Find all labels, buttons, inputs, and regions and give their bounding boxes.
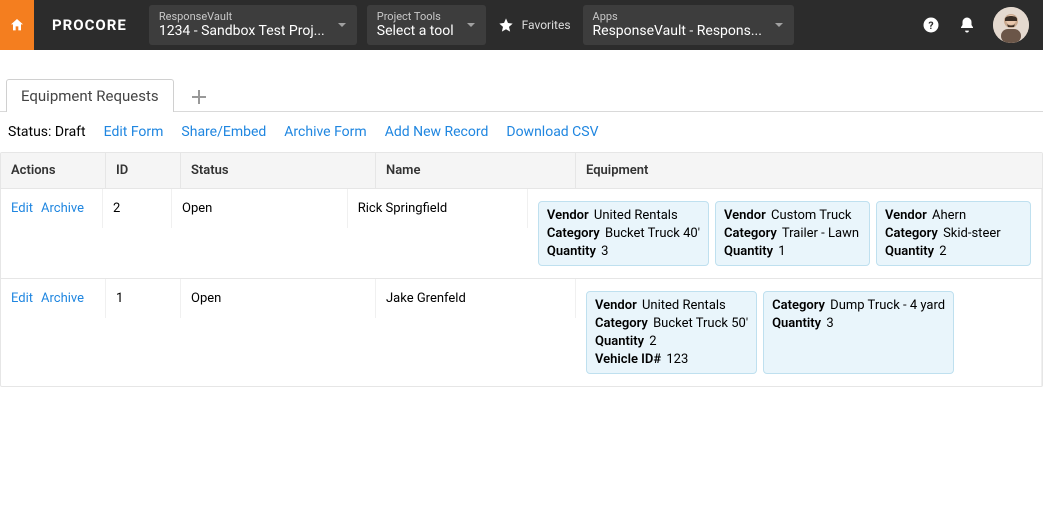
share-embed-link[interactable]: Share/Embed [181,124,266,140]
add-tab-button[interactable] [182,83,216,111]
notifications-button[interactable] [957,15,977,35]
col-actions: Actions [1,153,106,188]
home-button[interactable] [0,0,34,50]
tools-label: Project Tools [377,10,454,23]
cell-equipment: Vendor United RentalsCategory Bucket Tru… [576,279,1042,386]
tools-value: Select a tool [377,23,454,40]
equipment-card: Vendor United RentalsCategory Bucket Tru… [538,201,709,266]
col-id: ID [106,153,181,188]
tab-label: Equipment Requests [21,87,159,105]
cell-status: Open [172,189,348,228]
apps-selector[interactable]: Apps ResponseVault - Respons... [583,5,794,45]
tab-equipment-requests[interactable]: Equipment Requests [6,79,174,112]
edit-record-link[interactable]: Edit [11,291,33,306]
project-value: 1234 - Sandbox Test Proj... [159,23,325,40]
equipment-card: Vendor United RentalsCategory Bucket Tru… [586,291,757,374]
cell-status: Open [181,279,376,318]
archive-record-link[interactable]: Archive [41,201,84,216]
archive-record-link[interactable]: Archive [41,291,84,306]
edit-record-link[interactable]: Edit [11,201,33,216]
cell-name: Rick Springfield [348,189,528,228]
caret-down-icon [774,20,784,30]
star-icon [498,17,514,33]
equipment-card: Vendor AhernCategory Skid-steerQuantity … [876,201,1031,266]
table-row: Edit Archive 2OpenRick Springfield Vendor U… [1,189,1042,279]
apps-value: ResponseVault - Respons... [593,23,762,40]
help-icon: ? [922,16,940,34]
form-toolbar: Status: Draft Edit Form Share/Embed Arch… [0,112,1043,152]
archive-form-link[interactable]: Archive Form [284,124,366,140]
help-button[interactable]: ? [921,15,941,35]
cell-actions: Edit Archive [1,279,106,318]
col-name: Name [376,153,576,188]
equipment-card: Vendor Custom TruckCategory Trailer - La… [715,201,870,266]
svg-text:?: ? [928,19,933,32]
company-project-selector[interactable]: ResponseVault 1234 - Sandbox Test Proj..… [149,5,357,45]
project-tools-selector[interactable]: Project Tools Select a tool [367,5,486,45]
col-equipment: Equipment [576,153,1042,188]
logo: PROCORE [34,0,145,50]
company-label: ResponseVault [159,10,325,23]
top-navbar: PROCORE ResponseVault 1234 - Sandbox Tes… [0,0,1043,50]
logo-text: PROCORE [52,16,127,34]
home-icon [9,17,25,33]
apps-label: Apps [593,10,762,23]
download-csv-link[interactable]: Download CSV [506,124,598,140]
form-status: Status: Draft [8,124,86,140]
equipment-card: Category Dump Truck - 4 yardQuantity 3 [763,291,954,374]
tab-bar: Equipment Requests [0,78,1043,112]
bell-icon [958,16,976,34]
plus-icon [192,90,206,104]
cell-name: Jake Grenfeld [376,279,576,318]
cell-equipment: Vendor United RentalsCategory Bucket Tru… [528,189,1042,278]
favorites-label: Favorites [522,18,571,32]
records-table: Actions ID Status Name Equipment Edit Arc… [0,152,1043,387]
user-avatar[interactable] [993,7,1029,43]
col-status: Status [181,153,376,188]
table-row: Edit Archive 1OpenJake Grenfeld Vendor Unit… [1,279,1042,386]
edit-form-link[interactable]: Edit Form [104,124,164,140]
caret-down-icon [337,20,347,30]
caret-down-icon [466,20,476,30]
avatar-icon [993,7,1029,43]
favorites-block[interactable]: Favorites [490,0,579,50]
cell-id: 1 [106,279,181,318]
table-header: Actions ID Status Name Equipment [1,153,1042,189]
add-new-record-link[interactable]: Add New Record [385,124,489,140]
cell-id: 2 [103,189,172,228]
cell-actions: Edit Archive [1,189,103,228]
